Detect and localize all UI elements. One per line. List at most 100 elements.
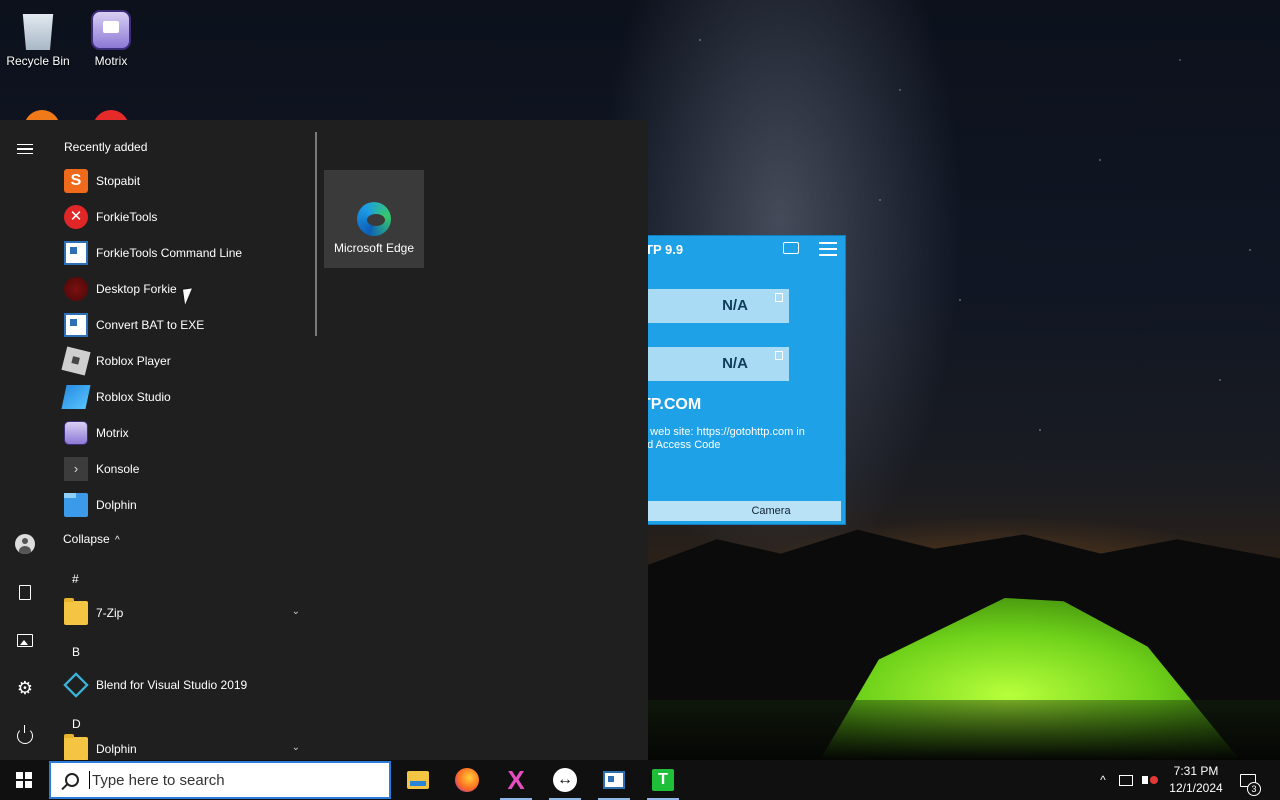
pictures-button[interactable]: [0, 620, 50, 660]
taskbar-app-x[interactable]: X: [492, 760, 540, 800]
console-window-icon: [603, 771, 625, 789]
file-explorer-icon: [407, 771, 429, 789]
copy-icon[interactable]: [775, 293, 783, 302]
copy-icon[interactable]: [775, 351, 783, 360]
power-button[interactable]: [0, 716, 50, 756]
notification-count-badge: 3: [1247, 782, 1261, 796]
tile-label: Microsoft Edge: [333, 241, 415, 255]
app-item-label: Stopabit: [96, 174, 141, 188]
chevron-down-icon: ⌄: [291, 742, 300, 753]
app-item-forkietools-command-line[interactable]: ForkieTools Command Line: [56, 235, 308, 271]
show-hidden-icons-chevron-icon[interactable]: ^: [1094, 760, 1112, 800]
access-code-field[interactable]: N/A: [641, 347, 789, 381]
blend-icon: [63, 672, 89, 698]
app-item-stopabit[interactable]: S Stopabit: [56, 163, 308, 199]
letter-header-b[interactable]: B: [72, 645, 80, 659]
collapse-button[interactable]: Collapse ^: [63, 532, 120, 546]
desktop-icon-label: Recycle Bin: [6, 54, 70, 68]
pictures-icon: [17, 633, 33, 647]
app-item-roblox-player[interactable]: Roblox Player: [56, 343, 308, 379]
mouse-cursor-icon: [183, 288, 194, 305]
chevron-up-icon: ^: [115, 535, 120, 546]
app-item-convert-bat-to-exe[interactable]: Convert BAT to EXE: [56, 307, 308, 343]
search-input[interactable]: [92, 771, 372, 789]
taskbar-app-file-explorer[interactable]: [394, 760, 442, 800]
app-item-roblox-studio[interactable]: Roblox Studio: [56, 379, 308, 415]
desktop-forkie-icon: [64, 277, 88, 301]
desktop-icon-recycle-bin[interactable]: Recycle Bin: [0, 10, 76, 68]
x-app-icon: X: [507, 765, 525, 795]
network-icon[interactable]: [1116, 760, 1136, 800]
stopabit-icon: S: [64, 169, 88, 193]
motrix-icon: [64, 421, 88, 445]
settings-gear-icon: ⚙: [16, 678, 34, 698]
console-window-icon: [64, 313, 88, 337]
app-item-motrix[interactable]: Motrix: [56, 415, 308, 451]
recycle-bin-icon: [22, 14, 54, 50]
app-item-label: Roblox Studio: [96, 390, 171, 404]
taskbar-app-firefox[interactable]: [443, 760, 491, 800]
settings-button[interactable]: ⚙: [0, 668, 50, 708]
roblox-player-icon: [61, 346, 91, 376]
folder-icon: [64, 734, 88, 761]
folder-icon: [64, 598, 88, 625]
app-item-label: Konsole: [96, 462, 140, 476]
desktop-icon-label: Motrix: [94, 54, 128, 68]
app-item-blend-for-visual-studio[interactable]: Blend for Visual Studio 2019: [56, 667, 308, 703]
message-icon[interactable]: [783, 242, 799, 254]
chevron-down-icon: ⌄: [291, 606, 300, 617]
teamviewer-icon: [553, 768, 577, 792]
app-item-label: Roblox Player: [96, 354, 171, 368]
gotohttp-description: e web site: https://gotohttp.com in nd A…: [641, 426, 805, 451]
app-item-label: ForkieTools: [96, 210, 158, 224]
collapse-label: Collapse: [63, 532, 110, 546]
roblox-studio-icon: [61, 385, 91, 409]
tile-microsoft-edge[interactable]: Microsoft Edge: [324, 170, 424, 268]
volume-muted-icon[interactable]: [1140, 760, 1160, 800]
section-title-recently-added: Recently added: [64, 140, 148, 154]
console-window-icon: [64, 241, 88, 265]
app-item-label: 7-Zip: [96, 606, 124, 620]
start-button[interactable]: [0, 760, 48, 800]
t-app-icon: T: [652, 769, 674, 791]
app-item-label: Desktop Forkie: [96, 282, 177, 296]
app-item-konsole[interactable]: › Konsole: [56, 451, 308, 487]
text-caret: [89, 771, 90, 789]
hamburger-menu-icon[interactable]: [0, 129, 50, 169]
app-item-label: Dolphin: [96, 742, 137, 756]
konsole-icon: ›: [64, 457, 88, 481]
app-item-label: ForkieTools Command Line: [96, 246, 243, 260]
app-item-dolphin[interactable]: Dolphin: [56, 487, 308, 523]
computer-id-value: N/A: [722, 297, 748, 314]
firefox-icon: [455, 768, 479, 792]
gotohttp-site: TP.COM: [641, 396, 702, 413]
taskbar-app-t[interactable]: T: [639, 760, 687, 800]
microsoft-edge-icon: [357, 202, 391, 236]
taskbar-clock[interactable]: 7:31 PM 12/1/2024: [1164, 763, 1228, 797]
gotohttp-title: TP 9.9: [645, 242, 684, 257]
taskbar: X T ^ 7:31 PM 12/1/2024: [0, 760, 1280, 800]
taskbar-app-console-window[interactable]: [590, 760, 638, 800]
forkietools-icon: ✕: [64, 205, 88, 229]
app-item-label: Motrix: [96, 426, 129, 440]
taskbar-search-box[interactable]: [49, 761, 391, 799]
letter-header-d[interactable]: D: [72, 717, 81, 731]
windows-logo-icon: [16, 772, 32, 788]
clock-date: 12/1/2024: [1169, 781, 1223, 795]
documents-button[interactable]: [0, 572, 50, 612]
computer-id-field[interactable]: N/A: [641, 289, 789, 323]
user-account-button[interactable]: [0, 524, 50, 564]
letter-header-hash[interactable]: #: [72, 572, 79, 586]
camera-button[interactable]: Camera: [641, 501, 841, 521]
app-folder-7zip[interactable]: 7-Zip ⌄: [56, 595, 308, 631]
app-item-label: Blend for Visual Studio 2019: [96, 678, 248, 692]
app-list-scrollbar[interactable]: [315, 132, 317, 336]
start-menu-rail: ⚙: [0, 120, 50, 760]
power-icon: [17, 725, 33, 744]
user-account-icon: [15, 534, 35, 554]
taskbar-app-teamviewer[interactable]: [541, 760, 589, 800]
app-item-label: Dolphin: [96, 498, 137, 512]
desktop-icon-motrix[interactable]: Motrix: [73, 10, 149, 68]
app-item-forkietools[interactable]: ✕ ForkieTools: [56, 199, 308, 235]
menu-icon[interactable]: [819, 242, 837, 256]
